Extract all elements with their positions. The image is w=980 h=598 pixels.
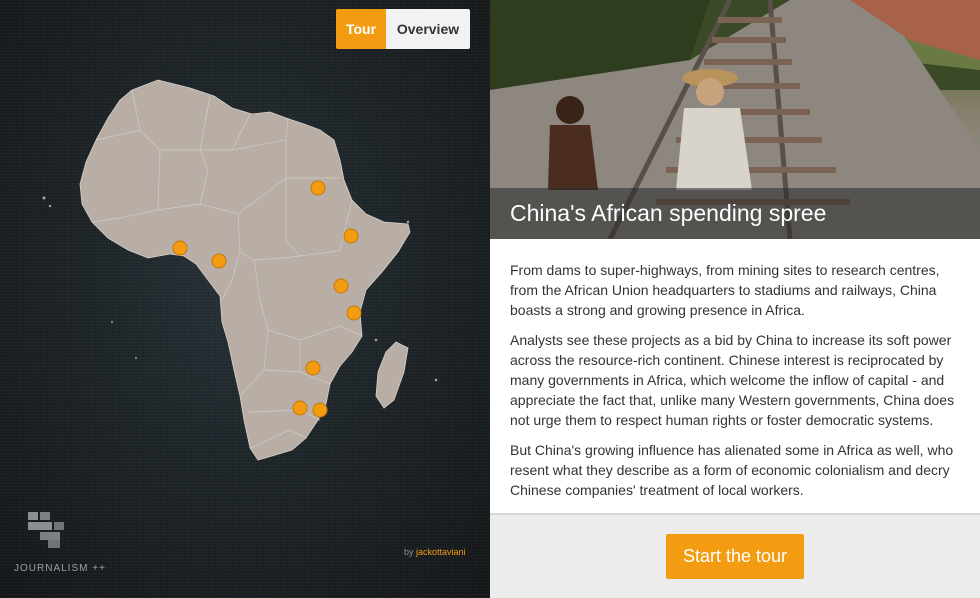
island [111,321,113,323]
map-marker-kenya[interactable] [333,278,349,294]
view-tabs: Tour Overview [336,9,470,49]
africa-map[interactable] [0,0,490,598]
header-photo: China's African spending spree [490,0,980,239]
island [42,196,46,200]
tab-tour[interactable]: Tour [336,9,386,49]
logo-text: JOURNALISM ++ [14,563,106,574]
story-paragraph-2: Analysts see these projects as a bid by … [510,332,955,428]
africa-continent [79,79,411,461]
credit-author-link[interactable]: jackottaviani [416,547,466,557]
journalism-plus-plus-logo [28,512,64,548]
start-tour-button[interactable]: Start the tour [666,534,804,579]
story-panel: China's African spending spree From dams… [490,0,980,598]
story-paragraph-3: But China's growing influence has aliena… [510,442,954,498]
headline-bar: China's African spending spree [490,188,980,239]
map-marker-sudan[interactable] [310,180,326,196]
island [135,357,137,359]
island [48,204,52,208]
story-paragraph-1: From dams to super-highways, from mining… [510,262,940,318]
island [406,220,410,224]
island [434,378,438,382]
credit-prefix: by [404,547,414,557]
map-marker-nigeria[interactable] [211,253,227,269]
credit: by jackottaviani [404,547,466,557]
map-marker-tanzania[interactable] [346,305,362,321]
map-marker-south-africa-west[interactable] [292,400,308,416]
map-marker-ghana[interactable] [172,240,188,256]
map-marker-zimbabwe[interactable] [305,360,321,376]
island [374,338,378,342]
madagascar [375,341,409,409]
story-title: China's African spending spree [510,200,827,226]
map-panel: Tour Overview JOURNALISM ++ by jackottav… [0,0,490,598]
tab-overview[interactable]: Overview [386,9,470,49]
map-marker-ethiopia[interactable] [343,228,359,244]
story-scroll-edge [490,513,980,515]
map-marker-south-africa-east[interactable] [312,402,328,418]
story-body[interactable]: From dams to super-highways, from mining… [490,239,980,515]
